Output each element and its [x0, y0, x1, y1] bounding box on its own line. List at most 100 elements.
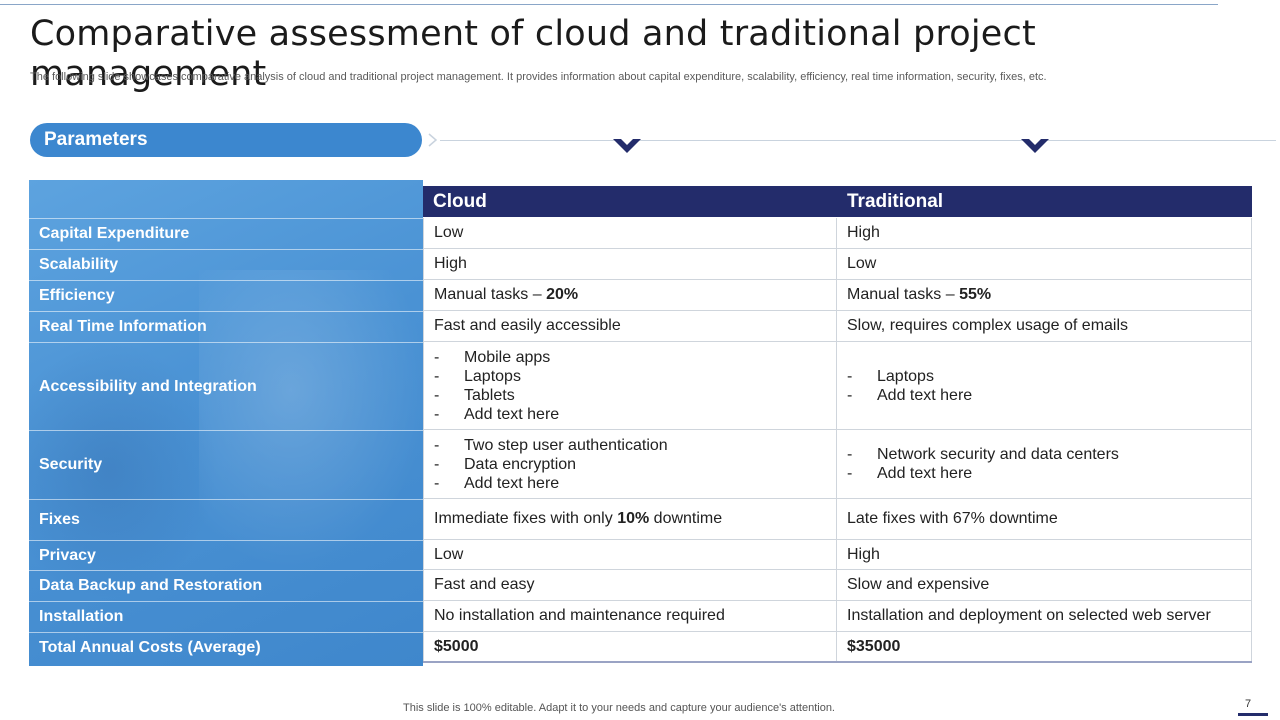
parameters-pill: Parameters — [30, 123, 422, 157]
cell-value: Late fixes with 67% downtime — [847, 510, 1058, 527]
param-installation: Installation — [29, 601, 423, 632]
cloud-cell-real-time-information: Fast and easily accessible — [423, 311, 837, 342]
cloud-cell-privacy: Low — [423, 540, 837, 570]
cloud-cell-total-annual-costs-average: $5000 — [423, 632, 837, 663]
param-scalability: Scalability — [29, 249, 423, 280]
cloud-cell-security: - Two step user authentication - Data encry… — [423, 430, 837, 499]
traditional-cell-efficiency: Manual tasks – 55% — [837, 280, 1252, 311]
list-item-text: Add text here — [464, 405, 560, 423]
list-item: - Data encryption — [434, 455, 668, 474]
cloud-bullet-list: - Two step user authentication - Data encry… — [434, 436, 668, 493]
param-label: Total Annual Costs (Average) — [39, 639, 261, 656]
param-label: Security — [39, 456, 103, 473]
dash-bullet: - — [434, 455, 440, 473]
cell-value: High — [434, 255, 467, 272]
cell-rich-text: Immediate fixes with only 10% downtime — [434, 510, 722, 528]
cell-highlight: 10% — [617, 510, 650, 527]
traditional-cell-accessibility-and-integration: - Laptops - Add text here — [837, 342, 1252, 430]
list-item: - Two step user authentication — [434, 436, 668, 455]
cell-highlight: 20% — [546, 286, 579, 303]
dash-bullet: - — [434, 367, 440, 385]
list-item-text: Add text here — [464, 474, 560, 492]
list-item-text: Data encryption — [464, 455, 577, 473]
list-item: - Add text here — [434, 474, 668, 493]
cell-value: No installation and maintenance required — [434, 607, 725, 624]
param-capital-expenditure: Capital Expenditure — [29, 218, 423, 249]
list-item: - Add text here — [434, 405, 559, 424]
list-item-text: Laptops — [877, 367, 934, 385]
list-item: - Add text here — [847, 464, 1119, 483]
dash-bullet: - — [434, 348, 440, 366]
list-item: - Mobile apps — [434, 348, 559, 367]
param-label: Scalability — [39, 256, 119, 273]
param-data-backup-and-restoration: Data Backup and Restoration — [29, 570, 423, 601]
cell-value: Fast and easy — [434, 576, 535, 593]
cell-text: Immediate fixes with only — [434, 510, 618, 527]
list-item-text: Add text here — [877, 386, 973, 404]
cloud-cell-data-backup-and-restoration: Fast and easy — [423, 570, 837, 601]
list-item: - Add text here — [847, 386, 972, 405]
cloud-cell-fixes: Immediate fixes with only 10% downtime — [423, 499, 837, 540]
traditional-cell-capital-expenditure: High — [837, 218, 1252, 249]
dash-bullet: - — [847, 465, 853, 482]
cell-rich-text: Manual tasks – 55% — [847, 286, 991, 304]
slide-subtitle: The following slide showcases comparativ… — [30, 71, 1047, 83]
traditional-bullet-list: - Network security and data centers - Add t… — [847, 445, 1119, 483]
param-fixes: Fixes — [29, 499, 423, 540]
cloud-cell-efficiency: Manual tasks – 20% — [423, 280, 837, 311]
param-privacy: Privacy — [29, 540, 423, 570]
traditional-cell-total-annual-costs-average: $35000 — [837, 632, 1252, 663]
param-label: Data Backup and Restoration — [39, 577, 263, 594]
list-item-text: Mobile apps — [464, 348, 551, 366]
list-item-text: Two step user authentication — [464, 436, 668, 454]
traditional-bullet-list: - Laptops - Add text here — [847, 367, 972, 405]
cell-value: $5000 — [434, 638, 479, 655]
param-real-time-information: Real Time Information — [29, 311, 423, 342]
page-number-bar — [1238, 713, 1268, 716]
traditional-marker-icon — [1021, 139, 1049, 153]
dash-bullet: - — [434, 436, 440, 454]
table-bottom-rule — [423, 661, 1252, 663]
traditional-cell-privacy: High — [837, 540, 1252, 570]
traditional-cell-scalability: Low — [837, 249, 1252, 280]
list-item-text: Laptops — [464, 367, 521, 385]
param-label: Installation — [39, 608, 124, 625]
column-header-traditional: Traditional — [837, 186, 1252, 217]
cell-value: Low — [434, 224, 464, 241]
traditional-cell-security: - Network security and data centers - Add t… — [837, 430, 1252, 499]
param-security: Security — [29, 430, 423, 499]
cloud-cell-installation: No installation and maintenance required — [423, 601, 837, 632]
cell-text: Manual tasks – — [434, 286, 547, 303]
traditional-cell-data-backup-and-restoration: Slow and expensive — [837, 570, 1252, 601]
param-efficiency: Efficiency — [29, 280, 423, 311]
cell-text: downtime — [649, 510, 723, 527]
connector-line — [440, 140, 1276, 141]
cell-value: Low — [847, 255, 877, 272]
list-item-text: Tablets — [464, 386, 515, 404]
cell-text: Manual tasks – — [847, 286, 960, 303]
top-rule — [0, 4, 1218, 5]
cell-highlight: 55% — [959, 286, 992, 303]
cell-value: $35000 — [847, 638, 901, 655]
cloud-cell-capital-expenditure: Low — [423, 218, 837, 249]
cell-value: Slow and expensive — [847, 576, 990, 593]
list-item-text: Add text here — [877, 465, 973, 482]
param-total-annual-costs-average: Total Annual Costs (Average) — [29, 632, 423, 663]
dash-bullet: - — [847, 386, 853, 404]
cell-value: Low — [434, 545, 464, 563]
cell-rich-text: Manual tasks – 20% — [434, 286, 578, 304]
list-item: - Laptops — [847, 367, 972, 386]
list-item: - Tablets — [434, 386, 559, 405]
dash-bullet: - — [434, 405, 440, 423]
param-accessibility-and-integration: Accessibility and Integration — [29, 342, 423, 430]
list-item-text: Network security and data centers — [877, 446, 1119, 463]
param-label: Privacy — [39, 546, 96, 564]
cell-value: Slow, requires complex usage of emails — [847, 317, 1129, 334]
dash-bullet: - — [434, 474, 440, 492]
list-item: - Laptops — [434, 367, 559, 386]
dash-bullet: - — [847, 446, 853, 463]
cell-value: High — [847, 224, 880, 241]
column-header-cloud: Cloud — [423, 186, 837, 217]
traditional-cell-installation: Installation and deployment on selected … — [837, 601, 1252, 632]
traditional-cell-fixes: Late fixes with 67% downtime — [837, 499, 1252, 540]
